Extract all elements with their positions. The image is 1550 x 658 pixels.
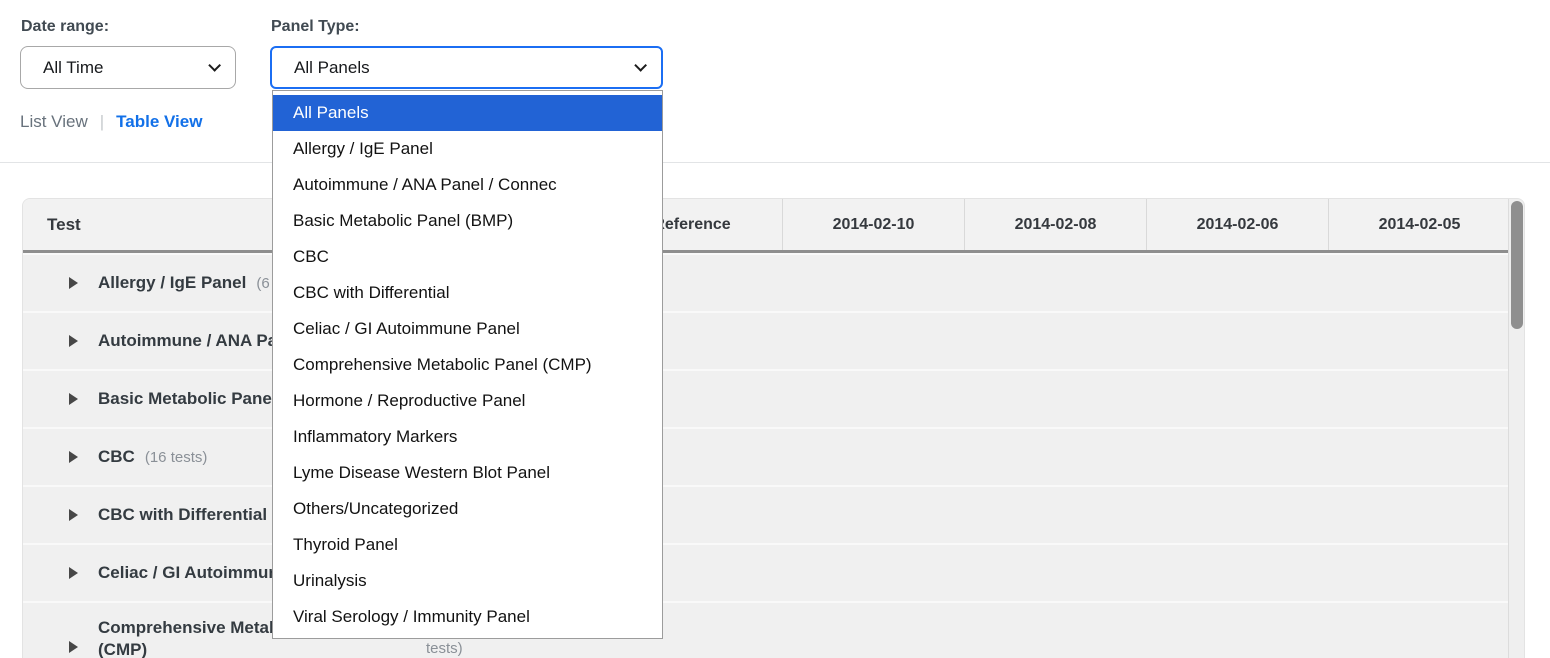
- dropdown-option[interactable]: Thyroid Panel: [273, 527, 662, 563]
- table-header-row: Test Reference 2014-02-10 2014-02-08 201…: [23, 199, 1510, 253]
- table-row[interactable]: Allergy / IgE Panel (6 tests): [23, 253, 1510, 311]
- table-row[interactable]: Basic Metabolic Panel (BMP): [23, 369, 1510, 427]
- column-header-date[interactable]: 2014-02-10: [782, 199, 964, 250]
- table-row[interactable]: Comprehensive Metabolic Panel (CMP) (1 t…: [23, 601, 1510, 658]
- expand-arrow-icon[interactable]: [69, 641, 78, 653]
- dropdown-option[interactable]: Celiac / GI Autoimmune Panel: [273, 311, 662, 347]
- column-header-date[interactable]: 2014-02-06: [1146, 199, 1328, 250]
- expand-arrow-icon[interactable]: [69, 509, 78, 521]
- expand-arrow-icon[interactable]: [69, 335, 78, 347]
- results-table: Test Reference 2014-02-10 2014-02-08 201…: [22, 198, 1525, 658]
- panel-type-dropdown: All Panels Allergy / IgE Panel Autoimmun…: [272, 90, 663, 639]
- panel-name: CBC: [98, 447, 135, 467]
- dropdown-option[interactable]: CBC with Differential: [273, 275, 662, 311]
- panel-name: Allergy / IgE Panel: [98, 273, 246, 293]
- table-row[interactable]: Celiac / GI Autoimmune Panel: [23, 543, 1510, 601]
- panel-type-label: Panel Type:: [271, 18, 360, 36]
- date-range-value: All Time: [43, 58, 103, 78]
- dropdown-option[interactable]: Lyme Disease Western Blot Panel: [273, 455, 662, 491]
- chevron-down-icon: [634, 59, 647, 72]
- date-range-label: Date range:: [21, 18, 109, 36]
- expand-arrow-icon[interactable]: [69, 567, 78, 579]
- dropdown-option[interactable]: Autoimmune / ANA Panel / Connec: [273, 167, 662, 203]
- dropdown-option[interactable]: Comprehensive Metabolic Panel (CMP): [273, 347, 662, 383]
- date-range-select[interactable]: All Time: [20, 46, 236, 89]
- panel-type-select[interactable]: All Panels: [270, 46, 663, 89]
- dropdown-option[interactable]: Urinalysis: [273, 563, 662, 599]
- column-header-date[interactable]: 2014-02-05: [1328, 199, 1510, 250]
- table-view-link[interactable]: Table View: [116, 112, 202, 132]
- table-row[interactable]: Autoimmune / ANA Panel / Connec: [23, 311, 1510, 369]
- dropdown-option[interactable]: Others/Uncategorized: [273, 491, 662, 527]
- expand-arrow-icon[interactable]: [69, 393, 78, 405]
- column-header-date[interactable]: 2014-02-08: [964, 199, 1146, 250]
- table-row[interactable]: CBC with Differential (: [23, 485, 1510, 543]
- vertical-scrollbar[interactable]: [1508, 199, 1524, 658]
- expand-arrow-icon[interactable]: [69, 277, 78, 289]
- panel-type-value: All Panels: [294, 58, 370, 78]
- test-count: (16 tests): [145, 449, 208, 466]
- dropdown-option[interactable]: Inflammatory Markers: [273, 419, 662, 455]
- expand-arrow-icon[interactable]: [69, 451, 78, 463]
- dropdown-option[interactable]: CBC: [273, 239, 662, 275]
- chevron-down-icon: [208, 59, 221, 72]
- dropdown-option[interactable]: Hormone / Reproductive Panel: [273, 383, 662, 419]
- table-row[interactable]: CBC (16 tests): [23, 427, 1510, 485]
- dropdown-option[interactable]: Allergy / IgE Panel: [273, 131, 662, 167]
- view-toggle: List View | Table View: [20, 112, 202, 132]
- view-separator: |: [100, 112, 104, 132]
- dropdown-option[interactable]: Basic Metabolic Panel (BMP): [273, 203, 662, 239]
- dropdown-option[interactable]: All Panels: [273, 95, 662, 131]
- section-divider: [0, 162, 1550, 163]
- panel-name: CBC with Differential: [98, 505, 267, 525]
- list-view-link[interactable]: List View: [20, 112, 88, 132]
- scrollbar-thumb[interactable]: [1511, 201, 1523, 329]
- dropdown-option[interactable]: Viral Serology / Immunity Panel: [273, 599, 662, 635]
